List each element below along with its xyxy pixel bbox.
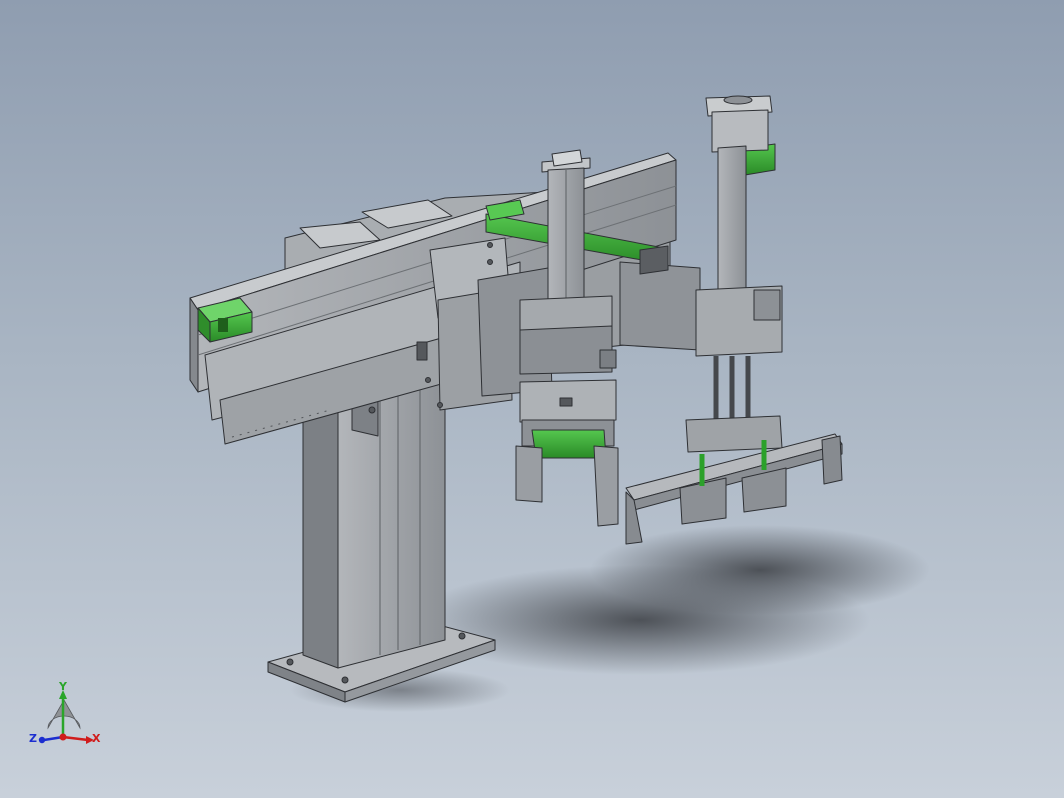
right-fixture-plate[interactable] [625,415,843,545]
triad-z-tip-icon [38,736,46,744]
cad-viewport[interactable]: Y X Z [0,0,1064,798]
coordinate-triad[interactable]: Y X Z [29,680,101,745]
triad-y-label: Y [58,680,68,693]
triad-origin-icon [59,733,67,741]
triad-x-label: X [92,732,101,745]
triad-z-label: Z [29,732,37,745]
triad-x-axis [62,735,89,742]
left-gripper[interactable] [515,379,619,527]
